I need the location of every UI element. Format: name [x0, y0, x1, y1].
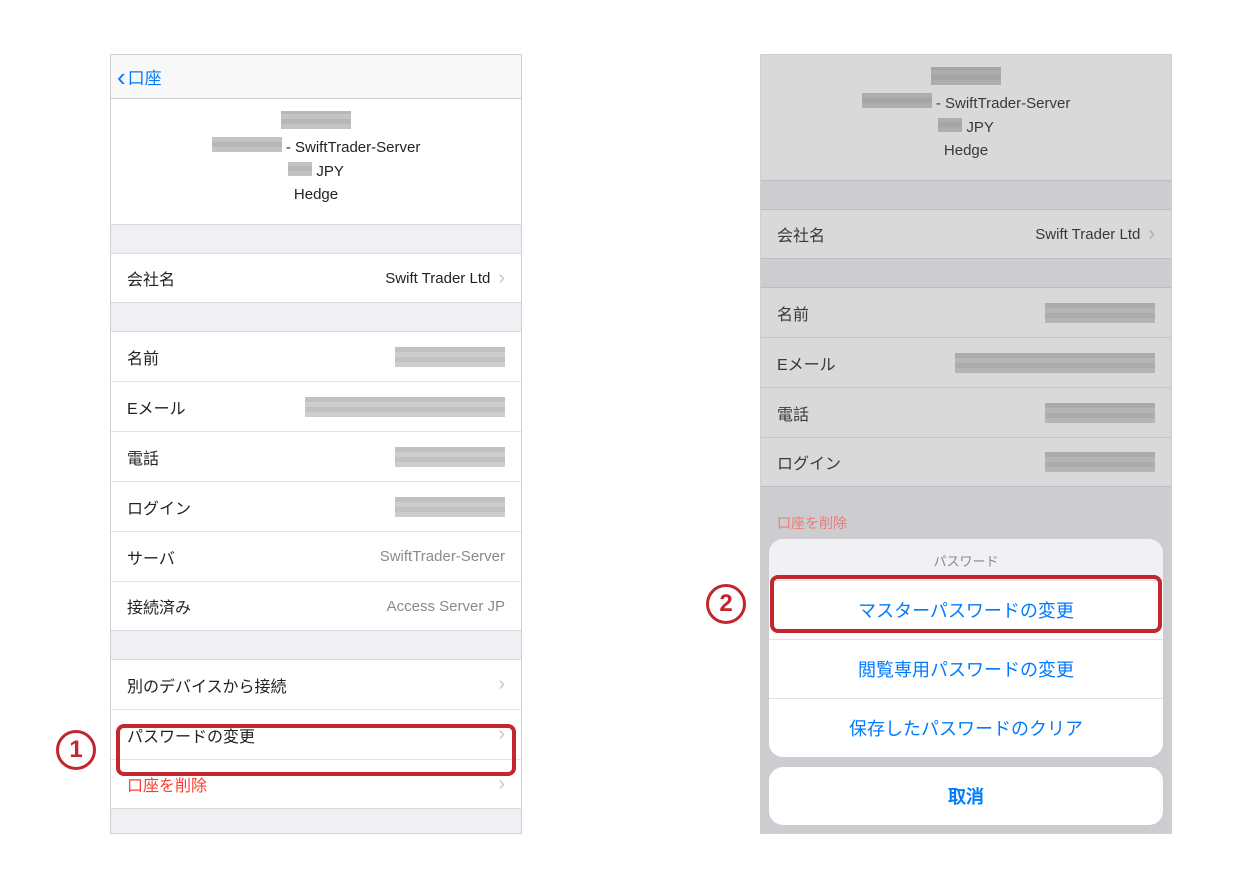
- screenshot-left: ‹ 口座 - SwiftTrader-Server JPY Hedge 会社名 …: [110, 54, 522, 834]
- company-label: 会社名: [127, 266, 175, 290]
- account-header: - SwiftTrader-Server JPY Hedge: [111, 99, 521, 225]
- account-currency: JPY: [316, 163, 344, 180]
- login-label: ログイン: [777, 450, 841, 474]
- chevron-right-icon: ›: [498, 773, 505, 796]
- redacted-icon: [395, 347, 505, 367]
- redacted-icon: [931, 67, 1001, 85]
- password-action-sheet: パスワード マスターパスワードの変更 閲覧専用パスワードの変更 保存したパスワー…: [769, 539, 1163, 825]
- action-sheet-group: パスワード マスターパスワードの変更 閲覧専用パスワードの変更 保存したパスワー…: [769, 539, 1163, 757]
- company-row[interactable]: 会社名 Swift Trader Ltd ›: [761, 209, 1171, 259]
- chevron-right-icon: ›: [498, 673, 505, 696]
- phone-label: 電話: [777, 401, 809, 425]
- chevron-left-icon: ‹: [117, 64, 126, 90]
- redacted-icon: [212, 137, 282, 152]
- account-header: - SwiftTrader-Server JPY Hedge: [761, 55, 1171, 181]
- redacted-icon: [305, 397, 505, 417]
- callout-badge-1: 1: [56, 730, 96, 770]
- change-master-password-button[interactable]: マスターパスワードの変更: [769, 581, 1163, 640]
- name-row: 名前: [111, 331, 521, 381]
- chevron-right-icon: ›: [498, 723, 505, 746]
- connected-label: 接続済み: [127, 594, 191, 618]
- delete-account-hint: 口座を削除: [777, 513, 847, 533]
- redacted-icon: [938, 118, 962, 132]
- redacted-icon: [395, 497, 505, 517]
- callout-number-1: 1: [69, 736, 82, 764]
- company-value: Swift Trader Ltd: [1035, 226, 1140, 243]
- redacted-icon: [288, 162, 312, 176]
- account-mode: Hedge: [121, 183, 511, 206]
- connect-other-device-row[interactable]: 別のデバイスから接続 ›: [111, 659, 521, 709]
- delete-account-label: 口座を削除: [127, 772, 207, 796]
- redacted-icon: [1045, 303, 1155, 323]
- connected-value: Access Server JP: [387, 598, 505, 615]
- email-label: Eメール: [127, 395, 186, 419]
- server-value: SwiftTrader-Server: [380, 548, 505, 565]
- chevron-right-icon: ›: [1148, 223, 1155, 246]
- connect-other-label: 別のデバイスから接続: [127, 673, 287, 697]
- account-mode: Hedge: [771, 139, 1161, 162]
- email-label: Eメール: [777, 351, 836, 375]
- phone-row: 電話: [111, 431, 521, 481]
- redacted-icon: [862, 93, 932, 108]
- server-label: サーバ: [127, 545, 175, 569]
- cancel-button[interactable]: 取消: [769, 767, 1163, 825]
- name-label: 名前: [777, 301, 809, 325]
- phone-row: 電話: [761, 387, 1171, 437]
- change-password-row[interactable]: パスワードの変更 ›: [111, 709, 521, 759]
- company-row[interactable]: 会社名 Swift Trader Ltd ›: [111, 253, 521, 303]
- clear-saved-password-button[interactable]: 保存したパスワードのクリア: [769, 699, 1163, 757]
- back-label: 口座: [128, 64, 162, 89]
- redacted-icon: [395, 447, 505, 467]
- phone-label: 電話: [127, 445, 159, 469]
- name-row: 名前: [761, 287, 1171, 337]
- login-row: ログイン: [761, 437, 1171, 487]
- nav-bar: ‹ 口座: [111, 55, 521, 99]
- screenshot-right: - SwiftTrader-Server JPY Hedge 会社名 Swift…: [760, 54, 1172, 834]
- chevron-right-icon: ›: [498, 267, 505, 290]
- login-row: ログイン: [111, 481, 521, 531]
- login-label: ログイン: [127, 495, 191, 519]
- redacted-icon: [281, 111, 351, 129]
- email-row: Eメール: [111, 381, 521, 431]
- back-button[interactable]: ‹ 口座: [117, 64, 162, 90]
- account-server: - SwiftTrader-Server: [936, 95, 1070, 112]
- name-label: 名前: [127, 345, 159, 369]
- redacted-icon: [1045, 403, 1155, 423]
- account-currency: JPY: [966, 119, 994, 136]
- company-label: 会社名: [777, 222, 825, 246]
- redacted-icon: [955, 353, 1155, 373]
- callout-badge-2: 2: [706, 584, 746, 624]
- callout-number-2: 2: [719, 590, 732, 618]
- delete-account-row[interactable]: 口座を削除 ›: [111, 759, 521, 809]
- change-password-label: パスワードの変更: [127, 723, 255, 747]
- server-row: サーバ SwiftTrader-Server: [111, 531, 521, 581]
- change-readonly-password-button[interactable]: 閲覧専用パスワードの変更: [769, 640, 1163, 699]
- connected-row: 接続済み Access Server JP: [111, 581, 521, 631]
- email-row: Eメール: [761, 337, 1171, 387]
- action-sheet-title: パスワード: [769, 539, 1163, 581]
- account-server: - SwiftTrader-Server: [286, 139, 420, 156]
- redacted-icon: [1045, 452, 1155, 472]
- company-value: Swift Trader Ltd: [385, 270, 490, 287]
